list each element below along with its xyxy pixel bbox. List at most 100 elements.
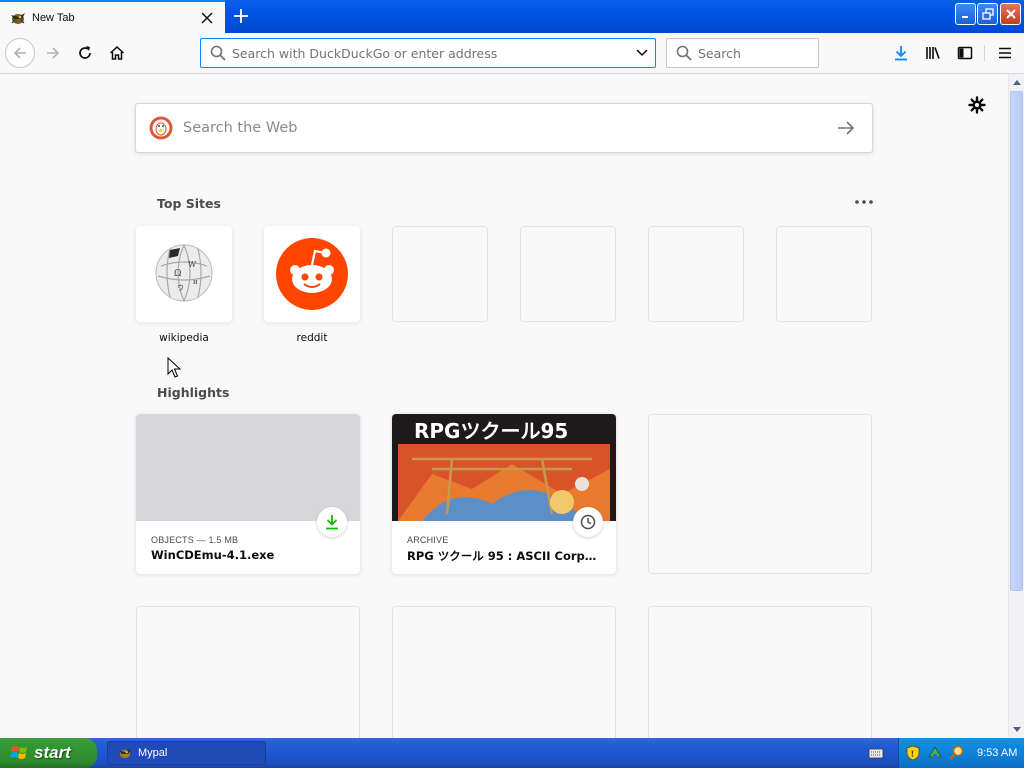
address-input[interactable] — [232, 45, 629, 61]
tab-title: New Tab — [32, 11, 75, 24]
navigation-toolbar — [0, 33, 1024, 74]
search-bar[interactable] — [666, 38, 819, 68]
search-input[interactable] — [698, 45, 808, 61]
search-submit-button[interactable] — [834, 116, 858, 140]
scroll-down-button[interactable] — [1009, 721, 1024, 738]
minimize-icon — [961, 16, 968, 18]
close-tab-icon[interactable] — [196, 7, 218, 29]
highlights-heading: Highlights — [157, 385, 230, 400]
forward-button[interactable] — [38, 38, 68, 68]
new-tab-page: Top Sites Ω W и ウ — [0, 74, 1008, 738]
svg-text:и: и — [193, 278, 198, 286]
search-icon — [210, 45, 226, 61]
highlight-card-wincdemu[interactable]: OBJECTS — 1.5 MB WinCDEmu-4.1.exe — [136, 414, 360, 574]
wikipedia-globe-icon: Ω W и ウ — [155, 244, 213, 302]
taskbar: start Mypal ! 9:53 AM — [0, 738, 1024, 768]
top-site-tile-empty — [520, 226, 616, 322]
top-sites-more-button[interactable] — [851, 192, 877, 212]
reload-icon — [79, 46, 91, 59]
highlight-thumbnail — [136, 414, 360, 521]
top-site-label[interactable]: wikipedia — [136, 332, 232, 344]
library-button[interactable] — [918, 38, 948, 68]
web-search-box[interactable] — [135, 103, 873, 153]
scrollbar-thumb[interactable] — [1010, 91, 1023, 591]
duckduckgo-icon — [149, 116, 173, 140]
highlight-title: WinCDEmu-4.1.exe — [151, 548, 275, 562]
hamburger-icon — [999, 47, 1011, 59]
toolbar-separator — [984, 45, 985, 61]
chevron-down-icon — [636, 49, 648, 57]
history-badge — [573, 507, 603, 537]
download-icon — [895, 46, 907, 61]
system-tray: ! 9:53 AM — [898, 738, 1024, 768]
highlight-card-empty — [648, 606, 872, 738]
restore-icon — [981, 8, 994, 20]
gear-icon — [968, 96, 986, 114]
highlight-title: RPG ツクール 95 : ASCII Corporation — [407, 549, 603, 563]
library-icon — [926, 47, 940, 59]
menu-button[interactable] — [990, 38, 1020, 68]
svg-text:W: W — [188, 260, 197, 269]
restore-button[interactable] — [977, 3, 998, 25]
magnifier-icon[interactable] — [949, 745, 965, 761]
scroll-up-button[interactable] — [1009, 74, 1024, 91]
top-site-tile-wikipedia[interactable]: Ω W и ウ — [136, 226, 232, 322]
more-dots-icon — [855, 200, 873, 204]
mouse-cursor-icon — [167, 357, 181, 378]
title-bar: New Tab — [0, 0, 1024, 33]
clock: 9:53 AM — [977, 747, 1018, 759]
top-site-tile-empty — [648, 226, 744, 322]
highlight-thumbnail: RPGツクール95 — [392, 414, 616, 521]
scroll-up-arrow-icon — [1013, 80, 1021, 85]
top-site-tile-reddit[interactable] — [264, 226, 360, 322]
network-icon[interactable] — [927, 745, 943, 761]
sidebar-icon — [957, 46, 973, 60]
highlight-card-empty — [648, 414, 872, 574]
security-shield-icon[interactable]: ! — [905, 745, 921, 761]
web-search-input[interactable] — [183, 120, 834, 136]
close-window-button[interactable] — [1000, 3, 1021, 25]
start-label: start — [34, 743, 71, 762]
mypal-icon — [119, 748, 131, 759]
downloads-button[interactable] — [886, 38, 916, 68]
highlight-meta: ARCHIVE — [407, 535, 449, 545]
url-dropdown-button[interactable] — [629, 39, 655, 67]
close-icon — [1005, 9, 1016, 19]
search-icon — [676, 45, 692, 61]
top-site-label[interactable]: reddit — [264, 332, 360, 344]
tab-new-tab[interactable]: New Tab — [0, 0, 225, 33]
top-sites-heading: Top Sites — [157, 196, 221, 211]
reload-button[interactable] — [70, 38, 100, 68]
taskbar-item-label: Mypal — [138, 747, 168, 759]
keyboard-icon[interactable] — [868, 746, 884, 760]
highlight-card-empty — [136, 606, 360, 738]
highlight-card-rpg-tsukuru[interactable]: RPGツクール95 ARCHIVE RPG ツクール 95 : ASCII Co… — [392, 414, 616, 574]
svg-text:Ω: Ω — [174, 269, 181, 279]
taskbar-item-mypal[interactable]: Mypal — [107, 741, 266, 765]
download-icon — [326, 515, 338, 530]
vertical-scrollbar[interactable] — [1008, 74, 1024, 738]
home-button[interactable] — [102, 38, 132, 68]
clock-icon — [580, 514, 596, 530]
highlight-meta: OBJECTS — 1.5 MB — [151, 535, 239, 545]
arrow-right-icon — [47, 47, 60, 59]
start-button[interactable]: start — [0, 738, 97, 768]
minimize-button[interactable] — [955, 3, 976, 25]
address-bar[interactable] — [200, 38, 656, 68]
new-tab-button[interactable] — [228, 4, 254, 28]
plus-icon — [234, 9, 248, 23]
top-site-tile-empty — [392, 226, 488, 322]
arrow-left-icon — [13, 47, 26, 59]
svg-text:ウ: ウ — [177, 284, 184, 292]
home-icon — [109, 45, 125, 60]
sidebar-button[interactable] — [950, 38, 980, 68]
highlight-thumb-text: RPGツクール95 — [414, 419, 568, 443]
back-button[interactable] — [5, 38, 35, 68]
mypal-icon — [11, 12, 25, 24]
arrow-right-icon — [838, 121, 855, 135]
svg-text:!: ! — [911, 750, 915, 759]
settings-button[interactable] — [966, 94, 988, 116]
top-site-tile-empty — [776, 226, 872, 322]
highlight-card-empty — [392, 606, 616, 738]
scroll-down-arrow-icon — [1013, 727, 1021, 732]
